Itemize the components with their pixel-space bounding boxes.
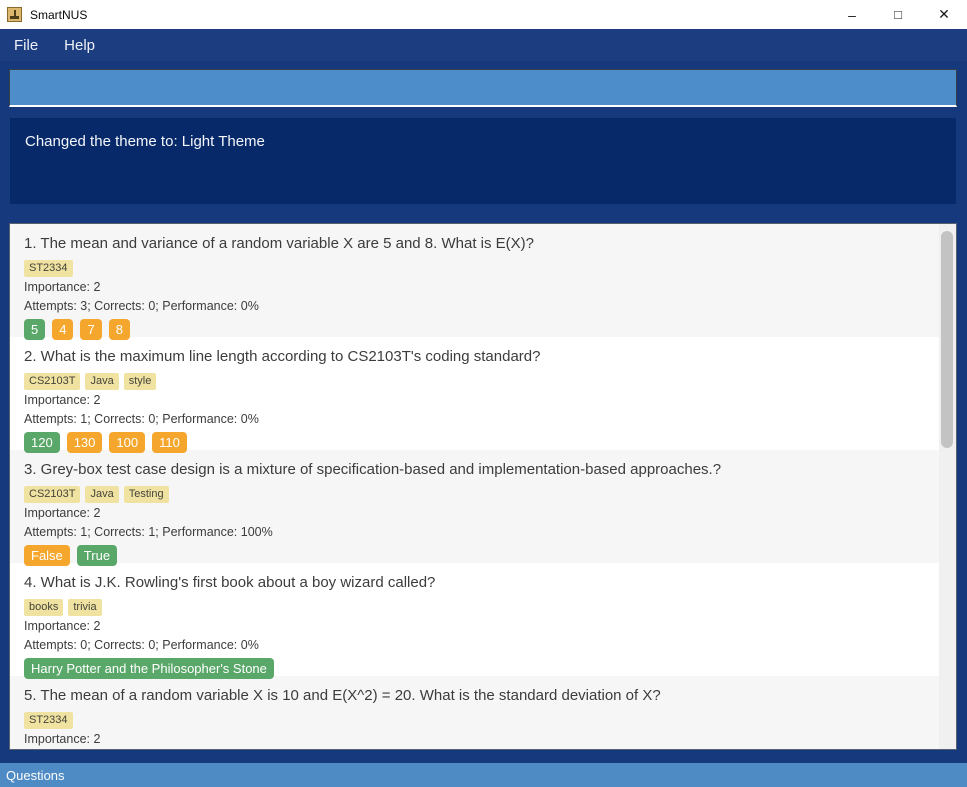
answer-choice: 5: [24, 319, 45, 340]
titlebar-left: SmartNUS: [0, 7, 87, 22]
question-list-cells: 1. The mean and variance of a random var…: [10, 224, 939, 750]
result-text: Changed the theme to: Light Theme: [25, 133, 265, 150]
minimize-icon[interactable]: –: [829, 0, 875, 29]
question-list-item[interactable]: 5. The mean of a random variable X is 10…: [10, 676, 939, 750]
app-window: SmartNUS – □ ✕ File Help Changed the the…: [0, 0, 967, 787]
question-list-item[interactable]: 3. Grey-box test case design is a mixtur…: [10, 450, 939, 563]
question-title: 5. The mean of a random variable X is 10…: [24, 686, 925, 705]
question-title: 1. The mean and variance of a random var…: [24, 234, 925, 253]
question-tags: CS2103T Java style: [24, 371, 925, 389]
question-stats: Attempts: 1; Corrects: 0; Performance: 0…: [24, 412, 925, 427]
question-list-item[interactable]: 1. The mean and variance of a random var…: [10, 224, 939, 337]
vertical-scrollbar[interactable]: [939, 224, 956, 749]
close-icon[interactable]: ✕: [921, 0, 967, 29]
question-importance: Importance: 2: [24, 732, 925, 747]
question-importance: Importance: 2: [24, 506, 925, 521]
answer-choice: 110: [152, 432, 187, 453]
question-importance: Importance: 2: [24, 280, 925, 295]
question-list-item[interactable]: 2. What is the maximum line length accor…: [10, 337, 939, 450]
status-label: Questions: [6, 768, 65, 783]
question-list: 1. The mean and variance of a random var…: [9, 223, 957, 750]
status-bar: Questions: [0, 763, 967, 787]
question-tag: style: [124, 373, 157, 390]
question-tag: Java: [85, 373, 118, 390]
question-tag: trivia: [68, 599, 101, 616]
answer-choice: 7: [80, 319, 101, 340]
question-tag: ST2334: [24, 260, 73, 277]
menu-file[interactable]: File: [5, 34, 47, 57]
titlebar: SmartNUS – □ ✕: [0, 0, 967, 29]
question-importance: Importance: 2: [24, 619, 925, 634]
answer-choice: 100: [109, 432, 145, 453]
question-title: 4. What is J.K. Rowling's first book abo…: [24, 573, 925, 592]
question-tag: ST2334: [24, 712, 73, 729]
question-tags: ST2334: [24, 710, 925, 728]
answer-choice: Harry Potter and the Philosopher's Stone: [24, 658, 274, 679]
answer-choice: False: [24, 545, 70, 566]
menu-help[interactable]: Help: [55, 34, 104, 57]
answer-choice: 8: [109, 319, 130, 340]
result-display[interactable]: Changed the theme to: Light Theme: [9, 117, 957, 205]
app-icon: [7, 7, 22, 22]
answer-choice: 120: [24, 432, 60, 453]
answer-choice: 4: [52, 319, 73, 340]
window-title: SmartNUS: [30, 8, 87, 22]
question-list-item[interactable]: 4. What is J.K. Rowling's first book abo…: [10, 563, 939, 676]
answer-choice: True: [77, 545, 117, 566]
answer-choice: 130: [67, 432, 103, 453]
question-tag: Testing: [124, 486, 169, 503]
question-title: 2. What is the maximum line length accor…: [24, 347, 925, 366]
question-tag: Java: [85, 486, 118, 503]
question-title: 3. Grey-box test case design is a mixtur…: [24, 460, 925, 479]
question-tags: ST2334: [24, 258, 925, 276]
question-tag: CS2103T: [24, 486, 80, 503]
question-tags: CS2103T Java Testing: [24, 484, 925, 502]
question-stats: Attempts: 1; Corrects: 1; Performance: 1…: [24, 525, 925, 540]
window-controls: – □ ✕: [829, 0, 967, 29]
question-stats: Attempts: 0; Corrects: 0; Performance: 0…: [24, 638, 925, 653]
question-tag: books: [24, 599, 63, 616]
question-tags: books trivia: [24, 597, 925, 615]
question-stats: Attempts: 3; Corrects: 0; Performance: 0…: [24, 299, 925, 314]
menubar: File Help: [0, 29, 967, 61]
question-importance: Importance: 2: [24, 393, 925, 408]
scrollbar-thumb[interactable]: [941, 231, 953, 448]
command-input[interactable]: [9, 69, 957, 107]
maximize-icon[interactable]: □: [875, 0, 921, 29]
question-tag: CS2103T: [24, 373, 80, 390]
